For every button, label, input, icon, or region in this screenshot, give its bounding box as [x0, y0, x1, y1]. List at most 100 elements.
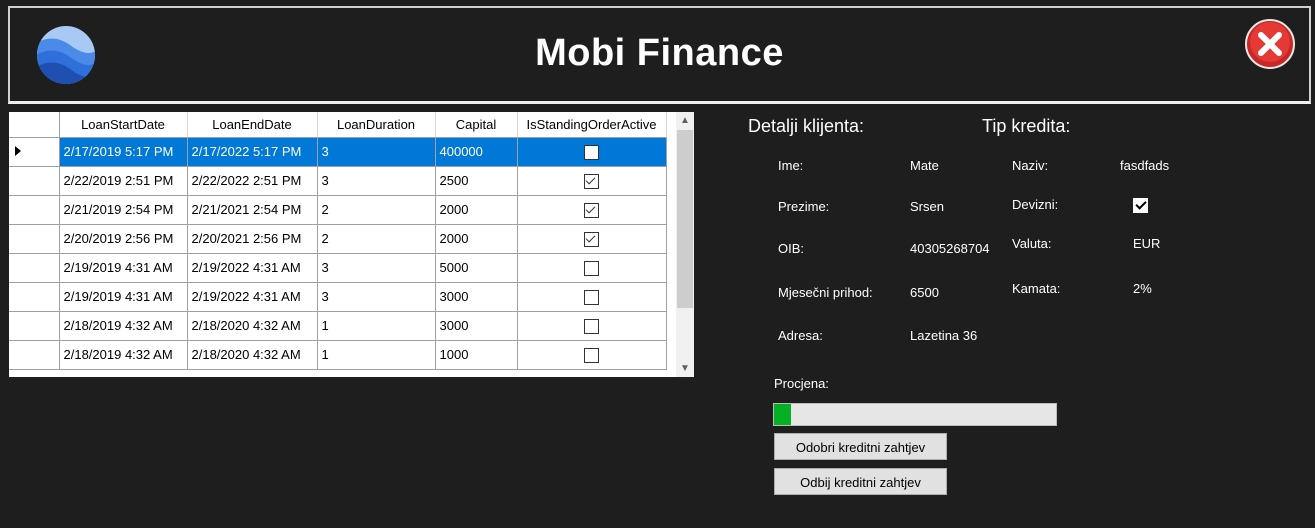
standing-order-cell[interactable]: [517, 224, 667, 254]
capital-cell[interactable]: 2000: [435, 224, 518, 254]
end-date-cell[interactable]: 2/20/2021 2:56 PM: [187, 224, 318, 254]
capital-cell[interactable]: 2500: [435, 166, 518, 196]
start-date-cell[interactable]: 2/21/2019 2:54 PM: [59, 195, 188, 225]
end-date-cell[interactable]: 2/18/2020 4:32 AM: [187, 340, 318, 370]
start-date-cell[interactable]: 2/18/2019 4:32 AM: [59, 340, 188, 370]
capital-cell[interactable]: 3000: [435, 282, 518, 312]
standing-order-cell[interactable]: [517, 340, 667, 370]
start-date-cell[interactable]: 2/19/2019 4:31 AM: [59, 253, 188, 283]
table-row[interactable]: 2/20/2019 2:56 PM 2/20/2021 2:56 PM 2 2000: [9, 224, 667, 254]
naziv-value: fasdfads: [1120, 158, 1170, 173]
standing-order-cell[interactable]: [517, 195, 667, 225]
grid-header-row: LoanStartDate LoanEndDate LoanDuration C…: [9, 112, 667, 138]
standing-order-checkbox[interactable]: [584, 144, 599, 160]
duration-cell[interactable]: 2: [317, 224, 436, 254]
scroll-down-icon[interactable]: ▼: [676, 360, 694, 377]
standing-order-cell[interactable]: [517, 311, 667, 341]
end-date-cell[interactable]: 2/22/2022 2:51 PM: [187, 166, 318, 196]
capital-cell[interactable]: 5000: [435, 253, 518, 283]
table-row[interactable]: 2/17/2019 5:17 PM 2/17/2022 5:17 PM 3 40000…: [9, 137, 667, 167]
adresa-value: Lazetina 36: [910, 328, 978, 343]
devizni-label: Devizni:: [1012, 197, 1059, 212]
column-header[interactable]: LoanDuration: [317, 112, 436, 138]
end-date-cell[interactable]: 2/19/2022 4:31 AM: [187, 253, 318, 283]
table-row[interactable]: 2/22/2019 2:51 PM 2/22/2022 2:51 PM 3 2500: [9, 166, 667, 196]
start-date-cell[interactable]: 2/20/2019 2:56 PM: [59, 224, 188, 254]
end-date-cell[interactable]: 2/21/2021 2:54 PM: [187, 195, 318, 225]
duration-cell[interactable]: 3: [317, 166, 436, 196]
row-header[interactable]: [9, 224, 60, 254]
naziv-label: Naziv:: [1012, 158, 1049, 173]
progress-fill: [774, 404, 791, 425]
standing-order-cell[interactable]: [517, 137, 667, 167]
reject-credit-button[interactable]: Odbij kreditni zahtjev: [774, 468, 947, 495]
standing-order-checkbox[interactable]: [584, 202, 599, 218]
capital-cell[interactable]: 400000: [435, 137, 518, 167]
capital-cell[interactable]: 2000: [435, 195, 518, 225]
oib-value: 40305268704: [910, 241, 990, 256]
duration-cell[interactable]: 2: [317, 195, 436, 225]
duration-cell[interactable]: 1: [317, 340, 436, 370]
standing-order-checkbox[interactable]: [584, 173, 599, 189]
standing-order-checkbox[interactable]: [584, 347, 599, 363]
table-row[interactable]: 2/19/2019 4:31 AM 2/19/2022 4:31 AM 3 5000: [9, 253, 667, 283]
kamata-value: 2%: [1133, 281, 1152, 296]
capital-cell[interactable]: 1000: [435, 340, 518, 370]
standing-order-cell[interactable]: [517, 253, 667, 283]
end-date-cell[interactable]: 2/19/2022 4:31 AM: [187, 282, 318, 312]
scroll-thumb[interactable]: [677, 130, 693, 308]
standing-order-checkbox[interactable]: [584, 231, 599, 247]
start-date-cell[interactable]: 2/17/2019 5:17 PM: [59, 137, 188, 167]
row-header[interactable]: [9, 166, 60, 196]
assessment-progress-bar: [773, 403, 1057, 426]
close-icon[interactable]: [1244, 18, 1296, 70]
row-header[interactable]: [9, 195, 60, 225]
client-details-heading: Detalji klijenta:: [748, 116, 865, 136]
ime-label: Ime:: [778, 158, 804, 173]
duration-cell[interactable]: 3: [317, 282, 436, 312]
table-row[interactable]: 2/19/2019 4:31 AM 2/19/2022 4:31 AM 3 3000: [9, 282, 667, 312]
start-date-cell[interactable]: 2/22/2019 2:51 PM: [59, 166, 188, 196]
row-header[interactable]: [9, 253, 60, 283]
standing-order-checkbox[interactable]: [584, 289, 599, 305]
standing-order-checkbox[interactable]: [584, 318, 599, 334]
end-date-cell[interactable]: 2/18/2020 4:32 AM: [187, 311, 318, 341]
duration-cell[interactable]: 3: [317, 137, 436, 167]
app-header: Mobi Finance: [8, 6, 1311, 104]
adresa-label: Adresa:: [778, 328, 823, 343]
end-date-cell[interactable]: 2/17/2022 5:17 PM: [187, 137, 318, 167]
row-header-corner: [9, 112, 60, 138]
standing-order-checkbox[interactable]: [584, 260, 599, 276]
start-date-cell[interactable]: 2/19/2019 4:31 AM: [59, 282, 188, 312]
column-header[interactable]: IsStandingOrderActive: [517, 112, 667, 138]
duration-cell[interactable]: 1: [317, 311, 436, 341]
devizni-checkbox[interactable]: [1133, 198, 1148, 213]
prezime-label: Prezime:: [778, 199, 830, 214]
duration-cell[interactable]: 3: [317, 253, 436, 283]
table-row[interactable]: 2/21/2019 2:54 PM 2/21/2021 2:54 PM 2 2000: [9, 195, 667, 225]
row-header[interactable]: [9, 137, 60, 167]
table-row[interactable]: 2/18/2019 4:32 AM 2/18/2020 4:32 AM 1 3000: [9, 311, 667, 341]
standing-order-cell[interactable]: [517, 166, 667, 196]
procjena-label: Procjena:: [774, 376, 829, 391]
row-header[interactable]: [9, 340, 60, 370]
table-row[interactable]: 2/18/2019 4:32 AM 2/18/2020 4:32 AM 1 1000: [9, 340, 667, 370]
loans-table: LoanStartDate LoanEndDate LoanDuration C…: [9, 112, 667, 370]
capital-cell[interactable]: 3000: [435, 311, 518, 341]
column-header[interactable]: LoanEndDate: [187, 112, 318, 138]
start-date-cell[interactable]: 2/18/2019 4:32 AM: [59, 311, 188, 341]
loans-grid[interactable]: LoanStartDate LoanEndDate LoanDuration C…: [9, 112, 694, 377]
kamata-label: Kamata:: [1012, 281, 1061, 296]
approve-credit-button[interactable]: Odobri kreditni zahtjev: [774, 433, 947, 460]
scroll-up-icon[interactable]: ▲: [676, 112, 694, 129]
oib-label: OIB:: [778, 241, 805, 256]
prezime-value: Srsen: [910, 199, 944, 214]
row-header[interactable]: [9, 282, 60, 312]
column-header[interactable]: Capital: [435, 112, 518, 138]
column-header[interactable]: LoanStartDate: [59, 112, 188, 138]
prihod-label: Mjesečni prihod:: [778, 285, 873, 300]
vertical-scrollbar[interactable]: ▲ ▼: [676, 112, 694, 377]
prihod-value: 6500: [910, 285, 939, 300]
row-header[interactable]: [9, 311, 60, 341]
standing-order-cell[interactable]: [517, 282, 667, 312]
